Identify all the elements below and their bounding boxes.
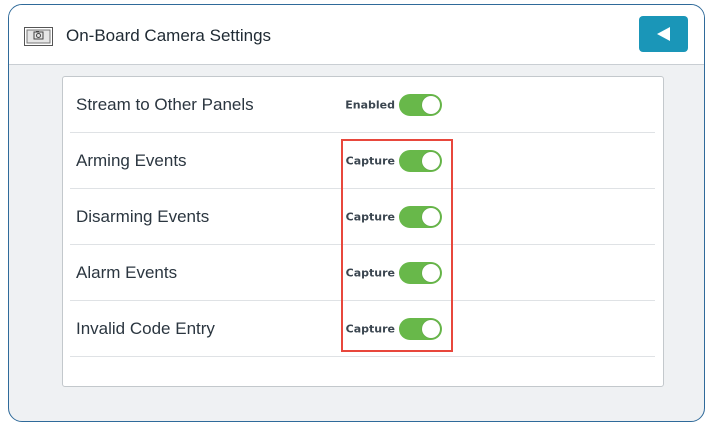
toggle-knob (422, 264, 440, 282)
back-button[interactable] (639, 16, 688, 52)
alarm-toggle[interactable] (399, 262, 442, 284)
setting-row-stream: Stream to Other Panels Enabled (63, 77, 663, 133)
setting-label: Invalid Code Entry (76, 319, 215, 338)
setting-status: Capture (345, 322, 395, 336)
setting-label: Stream to Other Panels (76, 95, 254, 114)
toggle-knob (422, 320, 440, 338)
setting-status: Enabled (345, 98, 395, 112)
setting-status: Capture (345, 210, 395, 224)
camera-icon (24, 27, 53, 46)
back-arrow-icon (657, 27, 670, 41)
setting-label: Alarm Events (76, 263, 178, 282)
toggle-knob (422, 208, 440, 226)
settings-panel: Stream to Other Panels Enabled Arming Ev… (62, 76, 664, 387)
setting-row-alarm: Alarm Events Capture (63, 245, 663, 301)
stream-toggle[interactable] (399, 94, 442, 116)
app-window: On-Board Camera Settings Stream to Other… (8, 4, 705, 422)
page-title: On-Board Camera Settings (66, 26, 272, 45)
setting-label: Disarming Events (76, 207, 210, 226)
setting-status: Capture (345, 266, 395, 280)
header-bar: On-Board Camera Settings (9, 5, 704, 65)
invalid-code-toggle[interactable] (399, 318, 442, 340)
toggle-knob (422, 152, 440, 170)
arming-toggle[interactable] (399, 150, 442, 172)
row-divider (70, 356, 655, 357)
setting-status: Capture (345, 154, 395, 168)
setting-row-arming: Arming Events Capture (63, 133, 663, 189)
setting-row-invalid-code: Invalid Code Entry Capture (63, 301, 663, 357)
toggle-knob (422, 96, 440, 114)
setting-row-disarming: Disarming Events Capture (63, 189, 663, 245)
disarming-toggle[interactable] (399, 206, 442, 228)
setting-label: Arming Events (76, 151, 187, 170)
